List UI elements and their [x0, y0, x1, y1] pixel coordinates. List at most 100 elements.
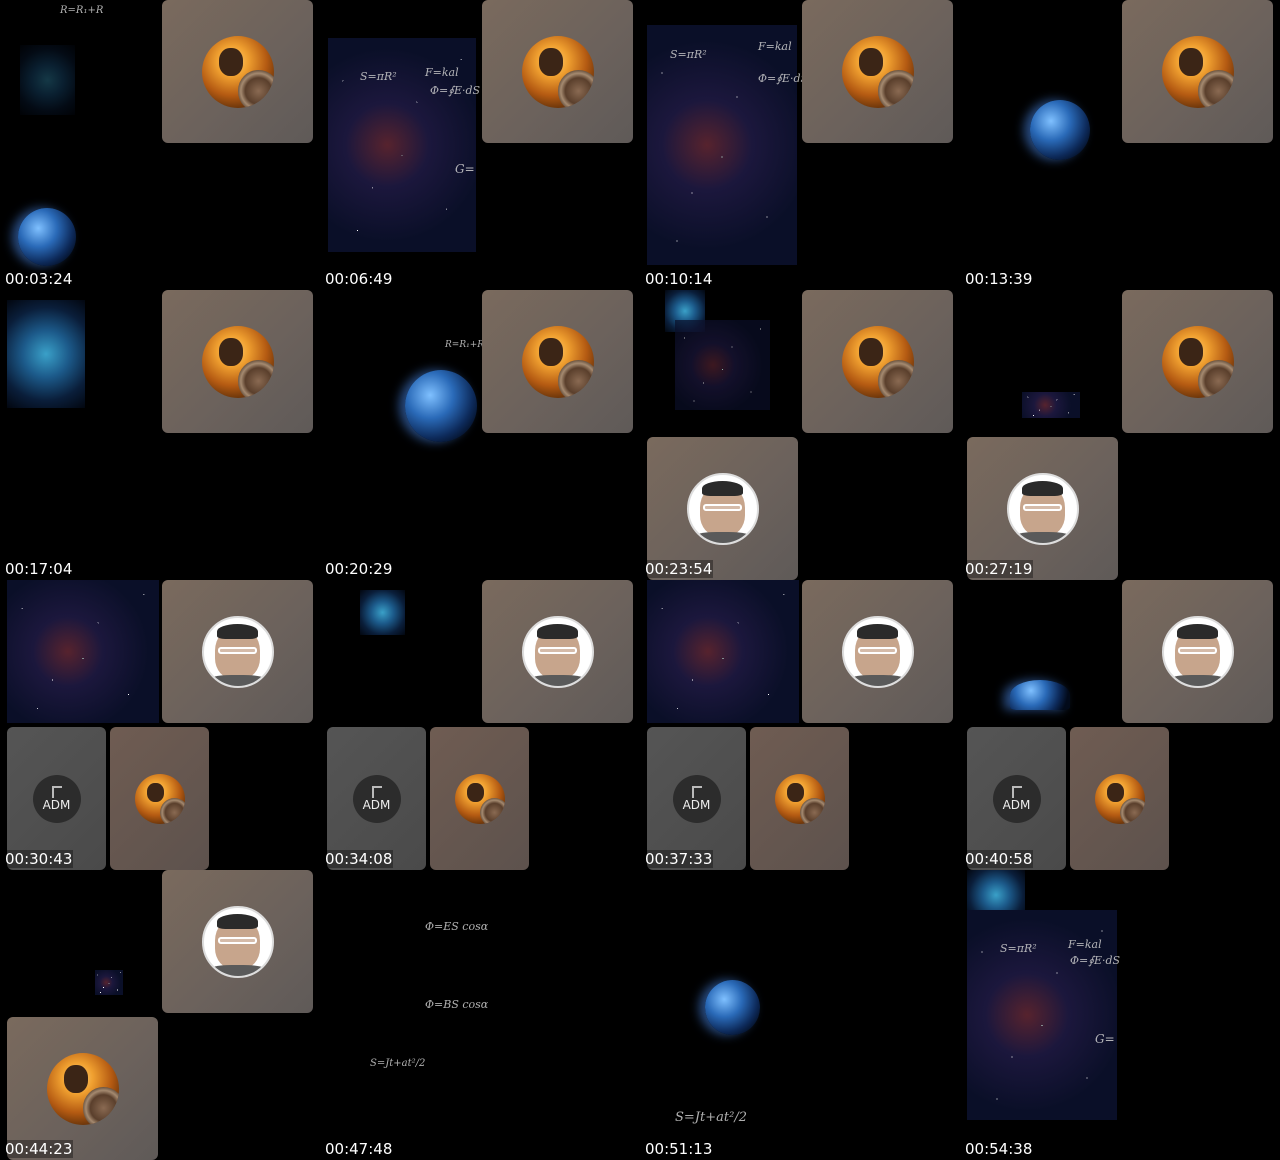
warrior-avatar: [454, 773, 505, 824]
man-avatar: [1006, 472, 1079, 545]
warrior-avatar: [1161, 35, 1234, 108]
man-avatar: [686, 472, 759, 545]
timestamp: 00:03:24: [4, 270, 74, 288]
timestamp: 00:47:48: [324, 1140, 394, 1158]
formula-text: S=πR²: [1000, 942, 1037, 955]
thumbnail-3[interactable]: S=πR² F=kal Φ=∮E·dS 00:10:14: [640, 0, 960, 290]
video-tile[interactable]: ADM: [7, 727, 106, 870]
video-tile[interactable]: [162, 870, 313, 1013]
video-tile[interactable]: [750, 727, 849, 870]
formula-text: S=πR²: [360, 70, 397, 83]
thumbnail-15[interactable]: S=Jt+at²/2 00:51:13: [640, 870, 960, 1160]
space-image: [1022, 392, 1080, 418]
thumbnail-1[interactable]: R=R₁+R 00:03:24: [0, 0, 320, 290]
planet-image: [1030, 100, 1090, 160]
adm-avatar: ADM: [32, 774, 81, 823]
video-tile[interactable]: [802, 580, 953, 723]
formula-text: G=: [1095, 1032, 1115, 1046]
thumbnail-7[interactable]: 00:23:54: [640, 290, 960, 580]
thumbnail-10[interactable]: ADM 00:34:08: [320, 580, 640, 870]
planet-image: [405, 370, 477, 442]
warrior-avatar: [1161, 325, 1234, 398]
formula-text: G=: [455, 162, 475, 176]
warrior-avatar: [841, 325, 914, 398]
formula-text: R=R₁+R: [445, 340, 485, 350]
video-tile[interactable]: [430, 727, 529, 870]
formula-text: S=Jt+at²/2: [370, 1058, 426, 1069]
video-tile[interactable]: [802, 0, 953, 143]
formula-text: F=kal: [1068, 938, 1102, 951]
thumbnail-5[interactable]: 00:17:04: [0, 290, 320, 580]
video-tile[interactable]: [1122, 290, 1273, 433]
video-tile[interactable]: [7, 1017, 158, 1160]
formula-text: S=Jt+at²/2: [675, 1110, 747, 1125]
thumbnail-9[interactable]: ADM 00:30:43: [0, 580, 320, 870]
thumbnail-14[interactable]: Φ=ES cosα Φ=BS cosα S=Jt+at²/2 00:47:48: [320, 870, 640, 1160]
formula-text: F=kal: [758, 40, 792, 53]
timestamp: 00:06:49: [324, 270, 394, 288]
timestamp: 00:44:23: [4, 1140, 74, 1158]
thumbnail-4[interactable]: 00:13:39: [960, 0, 1280, 290]
space-image: [647, 580, 799, 723]
video-tile[interactable]: [162, 290, 313, 433]
warrior-avatar: [521, 325, 594, 398]
formula-text: F=kal: [425, 66, 459, 79]
planet-image: [705, 980, 760, 1035]
video-tile[interactable]: [482, 580, 633, 723]
space-image: [647, 25, 797, 265]
thumbnail-11[interactable]: ADM 00:37:33: [640, 580, 960, 870]
man-avatar: [1161, 615, 1234, 688]
video-tile[interactable]: [1122, 0, 1273, 143]
video-tile[interactable]: [482, 0, 633, 143]
thumbnail-16[interactable]: S=πR² F=kal Φ=∮E·dS G= 00:54:38: [960, 870, 1280, 1160]
formula-text: R=R₁+R: [60, 5, 104, 16]
timestamp: 00:10:14: [644, 270, 714, 288]
timestamp: 00:27:19: [964, 560, 1034, 578]
thumbnail-8[interactable]: 00:27:19: [960, 290, 1280, 580]
thumbnail-2[interactable]: S=πR² F=kal Φ=∮E·dS G= 00:06:49: [320, 0, 640, 290]
man-avatar: [201, 905, 274, 978]
video-tile[interactable]: ADM: [647, 727, 746, 870]
video-tile[interactable]: [162, 0, 313, 143]
adm-avatar: ADM: [352, 774, 401, 823]
warrior-avatar: [201, 35, 274, 108]
adm-avatar: ADM: [992, 774, 1041, 823]
nebula-image: [20, 45, 75, 115]
nebula-image: [360, 590, 405, 635]
thumbnail-12[interactable]: ADM 00:40:58: [960, 580, 1280, 870]
space-image: [7, 580, 159, 723]
formula-text: Φ=BS cosα: [425, 998, 489, 1011]
thumbnail-13[interactable]: 00:44:23: [0, 870, 320, 1160]
video-tile[interactable]: [110, 727, 209, 870]
timestamp: 00:37:33: [644, 850, 714, 868]
video-tile[interactable]: ADM: [967, 727, 1066, 870]
man-avatar: [521, 615, 594, 688]
warrior-avatar: [1094, 773, 1145, 824]
timestamp: 00:23:54: [644, 560, 714, 578]
timestamp: 00:34:08: [324, 850, 394, 868]
timestamp: 00:30:43: [4, 850, 74, 868]
space-image: [675, 320, 770, 410]
video-tile[interactable]: [482, 290, 633, 433]
thumbnail-6[interactable]: R=R₁+R 00:20:29: [320, 290, 640, 580]
warrior-avatar: [841, 35, 914, 108]
warrior-avatar: [521, 35, 594, 108]
timestamp: 00:54:38: [964, 1140, 1034, 1158]
timestamp: 00:40:58: [964, 850, 1034, 868]
warrior-avatar: [134, 773, 185, 824]
nebula-image: [7, 300, 85, 408]
timestamp: 00:13:39: [964, 270, 1034, 288]
formula-text: Φ=∮E·dS: [758, 72, 809, 85]
formula-text: Φ=∮E·dS: [1070, 954, 1121, 967]
video-tile[interactable]: ADM: [327, 727, 426, 870]
planet-image: [18, 208, 76, 266]
timestamp: 00:17:04: [4, 560, 74, 578]
video-tile[interactable]: [162, 580, 313, 723]
adm-avatar: ADM: [672, 774, 721, 823]
space-image: [95, 970, 123, 995]
video-tile[interactable]: [967, 437, 1118, 580]
video-tile[interactable]: [1070, 727, 1169, 870]
video-tile[interactable]: [802, 290, 953, 433]
video-tile[interactable]: [647, 437, 798, 580]
video-tile[interactable]: [1122, 580, 1273, 723]
